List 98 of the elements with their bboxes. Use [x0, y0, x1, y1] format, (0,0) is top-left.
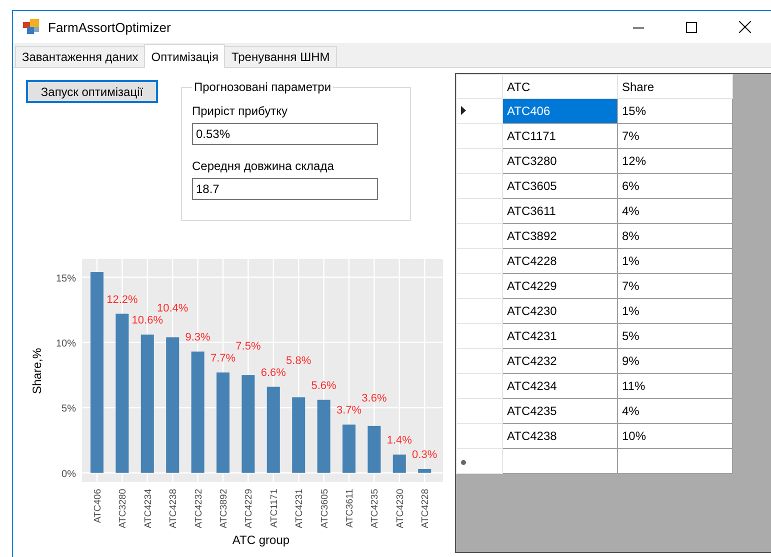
column-header[interactable]: ATC [502, 74, 618, 98]
field-label: Приріст прибутку [192, 104, 289, 118]
value-label: 5.6% [311, 380, 336, 392]
value-label: 7.5% [236, 340, 261, 352]
close-icon [738, 21, 750, 33]
axis-tick-label: 15% [56, 273, 76, 284]
row-header[interactable] [456, 374, 502, 398]
table-cell[interactable]: ATC1171 [502, 124, 618, 148]
axis-tick-label: ATC4238 [168, 488, 180, 528]
row-header[interactable] [456, 398, 502, 424]
app-icon [23, 19, 40, 35]
table-cell[interactable]: ATC4228 [502, 248, 618, 274]
axis-tick-label: 0% [62, 468, 76, 480]
table-cell[interactable]: ATC4230 [502, 298, 618, 324]
axis-tick-label: ATC4234 [142, 488, 154, 528]
axis-title: ATC group [232, 533, 290, 547]
table-cell[interactable]: ATC4234 [502, 374, 618, 398]
table-cell[interactable]: 4% [618, 198, 732, 224]
value-label: 3.7% [336, 404, 362, 417]
axis-tick-label: ATC4231 [294, 488, 306, 528]
axis-tick-label: ATC3280 [118, 488, 129, 528]
table-cell[interactable]: 7% [618, 274, 732, 298]
value-label: 6.6% [260, 366, 286, 379]
row-header[interactable] [456, 348, 502, 374]
value-label: 5.8% [286, 354, 312, 367]
row-header[interactable] [456, 274, 502, 298]
table-cell[interactable]: ATC4235 [502, 398, 618, 424]
row-header[interactable] [456, 174, 502, 198]
table-cell[interactable]: 5% [618, 324, 732, 348]
value-label: 7.7% [210, 352, 236, 364]
table-cell[interactable]: ATC4232 [502, 348, 618, 374]
table-cell[interactable]: ATC3611 [502, 198, 618, 224]
input-field[interactable]: 18.7 [192, 178, 378, 200]
table-cell[interactable]: 12% [618, 148, 732, 174]
table-cell[interactable]: 1% [618, 248, 732, 274]
table-cell[interactable] [618, 448, 732, 474]
bar [368, 426, 381, 473]
axis-tick-label: 5% [62, 404, 76, 415]
row-header[interactable] [456, 224, 502, 248]
row-header[interactable] [456, 198, 502, 224]
row-header[interactable] [456, 324, 502, 348]
value-label: 9.3% [185, 332, 210, 344]
bar [392, 454, 406, 473]
axis-tick-label: ATC1171 [268, 488, 280, 528]
tab[interactable]: Тренування ШНМ [224, 46, 337, 67]
row-header[interactable] [456, 298, 502, 324]
table-cell[interactable]: ATC3605 [502, 174, 618, 198]
axis-tick-label: ATC4230 [394, 488, 406, 528]
value-label: 3.6% [362, 392, 387, 405]
table-cell[interactable]: ATC3280 [502, 148, 618, 174]
input-field[interactable]: 0.53% [192, 123, 378, 145]
value-label: 1.4% [386, 434, 412, 447]
table-cell[interactable]: 10% [618, 424, 732, 448]
table-cell[interactable]: 15% [618, 98, 732, 124]
table-cell[interactable]: ATC3892 [502, 224, 618, 248]
table-cell[interactable]: 8% [618, 224, 732, 248]
axis-title: Share,% [30, 348, 44, 394]
table-cell[interactable]: ATC4229 [502, 274, 618, 298]
axis-tick-label: ATC4232 [193, 488, 204, 528]
axis-tick-label: ATC4228 [420, 488, 432, 528]
table-cell[interactable]: 4% [618, 398, 732, 424]
table-cell[interactable]: ATC4231 [502, 324, 618, 348]
value-label: 12.2% [106, 294, 138, 306]
value-label: 10.4% [157, 302, 188, 315]
table-cell[interactable] [502, 448, 618, 474]
axis-tick-label: ATC4229 [244, 488, 255, 528]
value-label: 0.3% [412, 448, 438, 461]
row-header[interactable] [456, 424, 502, 448]
tab[interactable]: Завантаження даних [15, 46, 146, 67]
bar [418, 468, 432, 473]
table-cell[interactable]: 1% [618, 298, 732, 324]
run-optimization-button[interactable]: Запуск оптимізації [26, 80, 158, 103]
table-cell[interactable]: ATC4238 [502, 424, 618, 448]
maximize-icon [686, 22, 697, 32]
bar [342, 424, 356, 473]
column-header[interactable]: Share [618, 74, 732, 98]
row-header[interactable] [456, 448, 502, 474]
row-header[interactable] [456, 124, 502, 148]
row-header[interactable] [456, 148, 502, 174]
row-header[interactable] [456, 248, 502, 274]
group-title: Прогнозовані параметри [193, 80, 332, 94]
row-header[interactable] [456, 98, 502, 124]
tab[interactable]: Оптимізація [144, 44, 226, 68]
axis-tick-label: ATC3892 [218, 488, 230, 528]
table-cell[interactable]: 7% [618, 124, 732, 148]
table-cell[interactable]: ATC406 [502, 98, 618, 124]
axis-tick-label: ATC3611 [344, 488, 356, 528]
value-label: 10.6% [132, 314, 163, 327]
axis-tick-label: 10% [56, 338, 76, 350]
axis-tick-label: ATC3605 [319, 488, 330, 528]
window-title: FarmAssortOptimizer [48, 20, 172, 34]
new-row-icon [461, 460, 466, 465]
axis-tick-label: ATC4235 [370, 488, 381, 528]
table-cell[interactable]: 6% [618, 174, 732, 198]
table-cell[interactable]: 11% [618, 374, 732, 398]
table-cell[interactable]: 9% [618, 348, 732, 374]
axis-tick-label: ATC406 [92, 488, 104, 524]
field-label: Середня довжина склада [192, 159, 335, 173]
